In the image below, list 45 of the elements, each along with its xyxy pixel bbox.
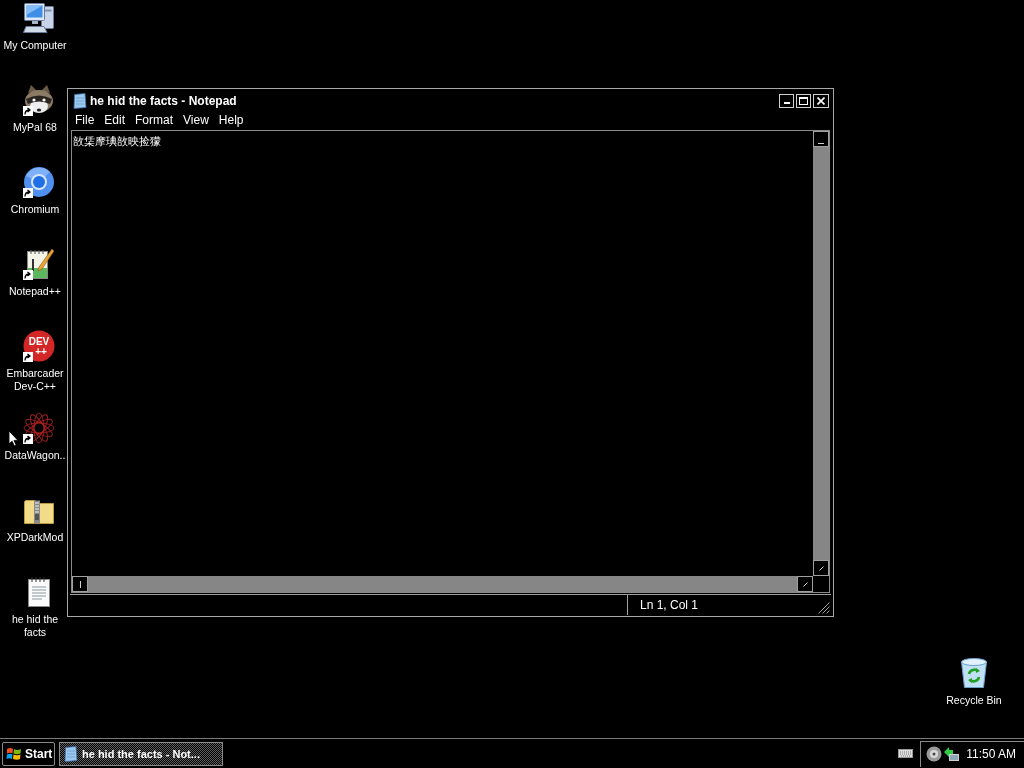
computer-icon[interactable] <box>23 2 55 34</box>
taskbar-button[interactable]: he hid the facts - Not... <box>59 741 223 766</box>
slash-icon <box>802 581 808 587</box>
notepad-icon <box>64 745 78 762</box>
menu-item[interactable]: Format <box>130 112 179 128</box>
scroll-down-button[interactable] <box>813 560 829 576</box>
maximize-button[interactable] <box>796 93 811 108</box>
desktop-icon-label[interactable]: Embarcader Dev-C++ <box>3 367 67 393</box>
scroll-right-button[interactable] <box>797 576 813 592</box>
arrow-monitor-icon[interactable] <box>943 746 960 762</box>
ring-logo-icon[interactable] <box>23 166 55 198</box>
desktop-icon-label[interactable]: Recycle Bin <box>946 694 1002 707</box>
keyboard-icon[interactable] <box>898 749 914 758</box>
notepad-icon <box>73 92 87 109</box>
cursor-position-text: Ln 1, Col 1 <box>640 598 699 612</box>
maximize-icon <box>799 96 808 105</box>
desktop-icon-label[interactable]: DataWagon.. <box>4 449 66 462</box>
minimize-icon <box>783 102 790 104</box>
close-button[interactable] <box>813 93 829 108</box>
close-icon <box>817 96 825 105</box>
desktop-icon-label[interactable]: XPDarkMod <box>6 531 64 544</box>
window-title: he hid the facts - Notepad <box>90 93 237 108</box>
star-burst-icon[interactable] <box>23 412 55 444</box>
menu-item[interactable]: Edit <box>99 112 131 128</box>
mouse-pointer-icon <box>8 430 19 447</box>
minimize-button[interactable] <box>779 93 794 108</box>
clock-text[interactable]: 11:50 AM <box>966 747 1016 761</box>
desktop-icon-label[interactable]: Chromium <box>10 203 60 216</box>
desktop-icon-label[interactable]: My Computer <box>3 39 67 52</box>
scroll-up-button[interactable] <box>813 131 829 147</box>
desktop-icon-label[interactable]: Notepad++ <box>9 285 61 298</box>
menu-item[interactable]: File <box>70 112 100 128</box>
dash-icon <box>818 142 824 144</box>
desktop-icon-label[interactable]: he hid the facts <box>3 613 67 639</box>
menu-item[interactable]: View <box>178 112 214 128</box>
raccoon-icon[interactable] <box>23 84 55 116</box>
start-button[interactable]: Start <box>2 741 55 766</box>
disc-icon[interactable] <box>926 746 943 762</box>
menu-item[interactable]: Help <box>213 112 249 128</box>
recycle-bin-icon[interactable] <box>958 657 990 689</box>
scroll-left-button[interactable] <box>72 576 88 592</box>
resize-grip-icon[interactable] <box>818 602 830 614</box>
slash-icon <box>818 565 824 571</box>
desktop-icon-label[interactable]: MyPal 68 <box>13 121 57 134</box>
windows-flag-icon <box>6 745 22 762</box>
